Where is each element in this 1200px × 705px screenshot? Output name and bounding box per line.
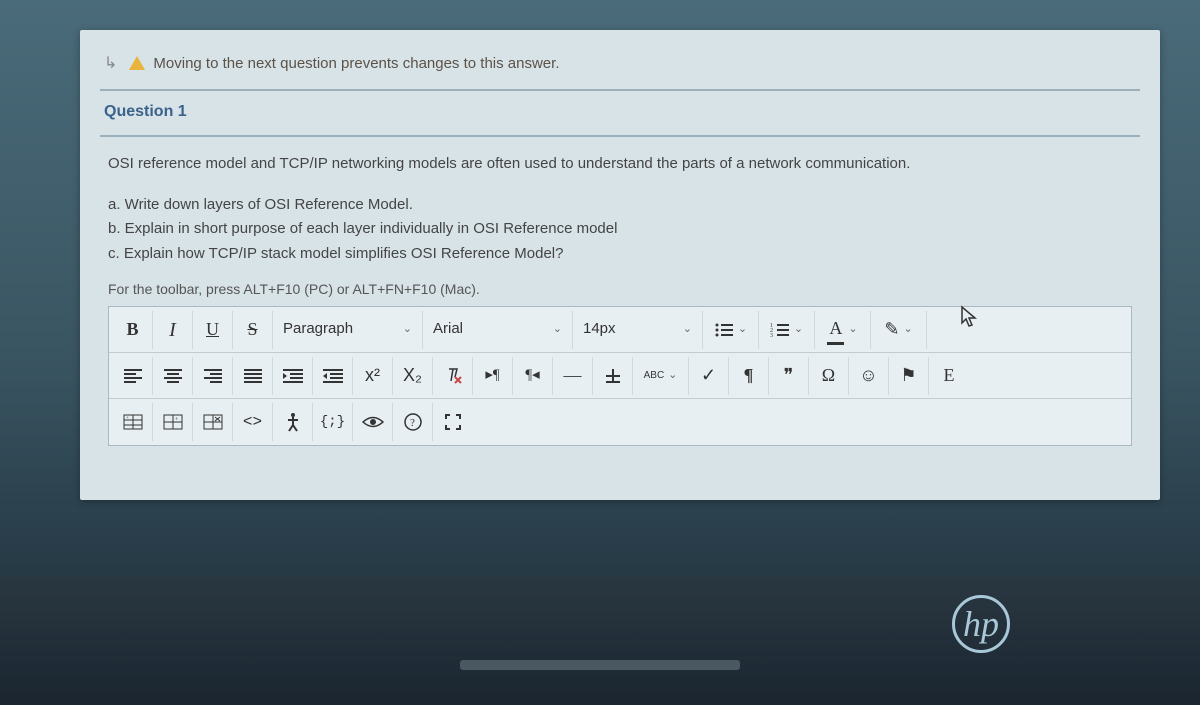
chevron-down-icon: ⌄	[403, 321, 412, 338]
highlight-color-button[interactable]: ✎ ⌄	[871, 311, 927, 349]
insert-line-button[interactable]	[593, 357, 633, 395]
font-size-select[interactable]: 14px ⌄	[573, 311, 703, 349]
align-justify-button[interactable]	[233, 357, 273, 395]
question-part-b: b. Explain in short purpose of each laye…	[108, 218, 1132, 241]
chevron-down-icon: ⌄	[738, 321, 747, 338]
horizontal-rule-button[interactable]: —	[553, 357, 593, 395]
paragraph-format-label: Paragraph	[283, 318, 353, 341]
trackpad	[460, 660, 740, 670]
chevron-down-icon: ⌄	[683, 321, 692, 338]
font-color-button[interactable]: A ⌄	[815, 311, 871, 349]
warning-triangle-icon	[129, 56, 145, 70]
help-button[interactable]: ?	[393, 403, 433, 441]
question-parts: a. Write down layers of OSI Reference Mo…	[108, 194, 1132, 266]
chevron-down-icon: ⌄	[903, 321, 912, 338]
anchor-button[interactable]: {;}	[313, 403, 353, 441]
toolbar-hint: For the toolbar, press ALT+F10 (PC) or A…	[108, 279, 1132, 300]
chevron-down-icon: ⌄	[668, 367, 677, 384]
nav-arrow-icon: ↳	[104, 53, 117, 73]
table-remove-button[interactable]	[193, 403, 233, 441]
laptop-bezel: hp	[0, 575, 1200, 705]
align-left-button[interactable]	[113, 357, 153, 395]
bookmark-button[interactable]: ⚑	[889, 357, 929, 395]
warning-text: Moving to the next question prevents cha…	[153, 55, 559, 72]
svg-text:+: +	[126, 416, 129, 421]
code-view-button[interactable]: <>	[233, 403, 273, 441]
svg-text:?: ?	[410, 417, 415, 429]
rtl-button[interactable]: ¶◂	[513, 357, 553, 395]
font-family-select[interactable]: Arial ⌄	[423, 311, 573, 349]
clear-formatting-button[interactable]	[433, 357, 473, 395]
table-add-button[interactable]: +	[153, 403, 193, 441]
subscript-button[interactable]: X₂	[393, 357, 433, 395]
chevron-down-icon: ⌄	[848, 321, 857, 338]
more-button[interactable]: E	[929, 357, 969, 395]
question-body: OSI reference model and TCP/IP networkin…	[100, 137, 1140, 458]
accessibility-button[interactable]	[273, 403, 313, 441]
italic-button[interactable]: I	[153, 311, 193, 349]
cursor-icon	[960, 305, 980, 329]
font-family-label: Arial	[433, 318, 463, 341]
indent-increase-button[interactable]	[273, 357, 313, 395]
question-part-c: c. Explain how TCP/IP stack model simpli…	[108, 243, 1132, 266]
align-right-button[interactable]	[193, 357, 233, 395]
svg-text:3: 3	[770, 333, 773, 338]
align-center-button[interactable]	[153, 357, 193, 395]
pilcrow-button[interactable]: ¶	[729, 357, 769, 395]
strikethrough-button[interactable]: S	[233, 311, 273, 349]
indent-decrease-button[interactable]	[313, 357, 353, 395]
font-size-label: 14px	[583, 318, 616, 341]
chevron-down-icon: ⌄	[553, 321, 562, 338]
checkmark-button[interactable]: ✓	[689, 357, 729, 395]
emoji-button[interactable]: ☺	[849, 357, 889, 395]
question-panel: ↳ Moving to the next question prevents c…	[80, 30, 1160, 500]
blockquote-button[interactable]: ❞	[769, 357, 809, 395]
paragraph-format-select[interactable]: Paragraph ⌄	[273, 311, 423, 349]
question-intro: OSI reference model and TCP/IP networkin…	[108, 153, 1132, 176]
special-char-button[interactable]: Ω	[809, 357, 849, 395]
underline-button[interactable]: U	[193, 311, 233, 349]
preview-button[interactable]	[353, 403, 393, 441]
insert-table-button[interactable]: +	[113, 403, 153, 441]
ltr-button[interactable]: ▸¶	[473, 357, 513, 395]
superscript-button[interactable]: x²	[353, 357, 393, 395]
toolbar-row-3: + + <> {;} ?	[109, 399, 1131, 445]
warning-bar: ↳ Moving to the next question prevents c…	[100, 45, 1140, 91]
fullscreen-button[interactable]	[433, 403, 473, 441]
toolbar-row-2: x² X₂ ▸¶ ¶◂ — ABC ⌄ ✓	[109, 353, 1131, 399]
numbered-list-button[interactable]: 123 ⌄	[759, 311, 815, 349]
bold-button[interactable]: B	[113, 311, 153, 349]
bullet-list-button[interactable]: ⌄	[703, 311, 759, 349]
chevron-down-icon: ⌄	[794, 321, 803, 338]
spellcheck-button[interactable]: ABC ⌄	[633, 357, 689, 395]
question-header: Question 1	[100, 91, 1140, 137]
question-part-a: a. Write down layers of OSI Reference Mo…	[108, 194, 1132, 217]
hp-logo-icon: hp	[952, 595, 1010, 653]
